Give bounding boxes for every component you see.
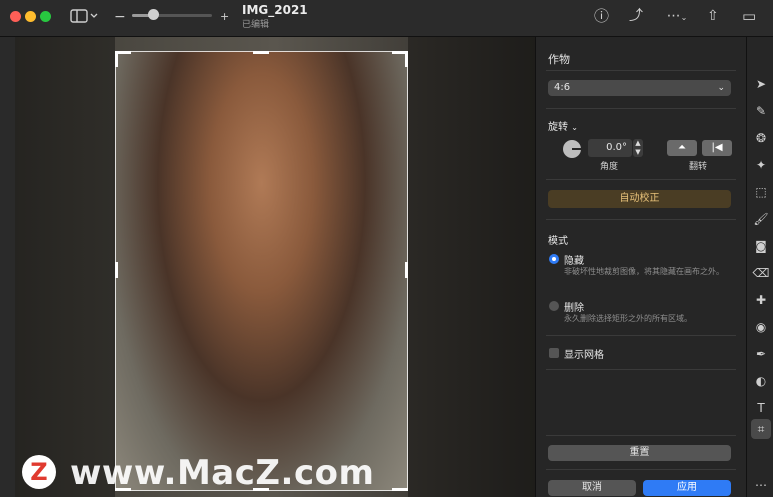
marquee-icon: ⬚ <box>755 185 767 199</box>
pointer-tool[interactable]: ➤ <box>751 74 771 94</box>
rotate-disclosure[interactable]: 旋转 ⌄ <box>548 118 578 133</box>
brush-icon: 🖌︎ <box>753 212 769 226</box>
divider <box>546 179 736 180</box>
watermark-text: www.MacZ.com <box>70 453 375 493</box>
image-canvas[interactable] <box>0 37 535 497</box>
bucket-icon: ◙ <box>755 239 767 253</box>
text-tool[interactable]: T <box>751 398 771 418</box>
crop-section-title: 作物 <box>548 53 570 66</box>
hide-radio[interactable] <box>549 254 559 264</box>
apply-button[interactable]: 应用 <box>643 480 731 496</box>
crop-handle-top-right-v[interactable] <box>405 51 408 67</box>
clone-tool[interactable]: ◉ <box>751 317 771 337</box>
color-circles-icon: ❂ <box>755 131 767 145</box>
fill-tool[interactable]: ◙ <box>751 236 771 256</box>
divider <box>546 369 736 370</box>
divider <box>546 108 736 109</box>
pointer-icon: ➤ <box>755 77 767 91</box>
zoom-out-icon[interactable]: − <box>114 9 126 25</box>
eraser-tool[interactable]: ⌫ <box>751 263 771 283</box>
delete-radio[interactable] <box>549 301 559 311</box>
crop-inspector-panel: 作物 4:6 ⌄ 旋转 ⌄ 0.0° ▲ ▼ 角度 ⏶ |◀ 翻转 自动校正 模式… <box>535 37 746 497</box>
crop-handle-top-left-v[interactable] <box>115 51 118 67</box>
sparkle-tool[interactable]: ✦ <box>751 155 771 175</box>
crop-dim-left <box>15 37 115 497</box>
more-options-icon[interactable]: ⋯⌄ <box>664 8 690 26</box>
window-title: IMG_2021 <box>242 3 308 17</box>
divider <box>546 469 736 470</box>
crop-handle-bottom-right[interactable] <box>392 488 408 491</box>
shape-tool[interactable]: ◐ <box>751 371 771 391</box>
angle-stepper[interactable]: ▲ ▼ <box>633 139 643 157</box>
divider <box>546 335 736 336</box>
angle-field[interactable]: 0.0° <box>588 139 632 157</box>
tool-strip: ➤ ✎ ❂ ✦ ⬚ 🖌︎ ◙ ⌫ ✚ ◉ ✒ ◐ T ⌗ ⋯ <box>746 37 773 497</box>
more-icon: ⋯ <box>755 478 767 492</box>
sidebar-icon <box>70 9 98 23</box>
shape-icon: ◐ <box>755 374 767 388</box>
delete-option-description: 永久删除选择矩形之外的所有区域。 <box>564 314 692 323</box>
chevron-down-icon: ⌄ <box>680 13 688 22</box>
auto-straighten-button[interactable]: 自动校正 <box>548 190 731 208</box>
reset-button[interactable]: 重置 <box>548 445 731 461</box>
aspect-ratio-value: 4:6 <box>554 82 571 93</box>
delete-option-label[interactable]: 删除 <box>564 299 584 314</box>
color-tool[interactable]: ❂ <box>751 128 771 148</box>
watermark-logo: Z <box>22 455 56 489</box>
share-icon[interactable]: ⇧ <box>707 8 719 24</box>
eraser-icon: ⌫ <box>752 266 770 280</box>
flip-label: 翻转 <box>689 162 708 172</box>
pen-tool[interactable]: ✒ <box>751 344 771 364</box>
flip-vertical-icon: ⏶ <box>678 142 686 153</box>
chevron-down-icon: ⌄ <box>717 83 725 93</box>
zoom-in-icon[interactable]: + <box>220 9 229 25</box>
text-icon: T <box>757 401 765 415</box>
sparkle-icon: ✦ <box>755 158 767 172</box>
aspect-ratio-select[interactable]: 4:6 ⌄ <box>548 80 731 96</box>
rotate-label: 旋转 <box>548 122 568 133</box>
bandage-tool[interactable]: ✚ <box>751 290 771 310</box>
info-icon[interactable]: ⓘ <box>594 8 609 24</box>
crop-tool[interactable]: ⌗ <box>751 419 771 439</box>
window-subtitle: 已编辑 <box>242 20 270 30</box>
zoom-slider-knob[interactable] <box>148 9 159 20</box>
rotation-dial[interactable] <box>563 140 581 158</box>
more-tools[interactable]: ⋯ <box>751 475 771 495</box>
divider <box>546 219 736 220</box>
crop-handle-right[interactable] <box>405 262 408 278</box>
inspector-icon[interactable]: ▭ <box>742 8 756 24</box>
show-grid-label[interactable]: 显示网格 <box>564 346 604 361</box>
crop-dim-right <box>408 37 535 497</box>
bandage-icon: ✚ <box>755 293 767 307</box>
clone-icon: ◉ <box>755 320 767 334</box>
close-window-button[interactable] <box>10 11 21 22</box>
divider <box>546 70 736 71</box>
flip-horizontal-button[interactable]: |◀ <box>702 140 732 156</box>
chevron-down-icon: ⌄ <box>571 123 578 132</box>
zoom-window-button[interactable] <box>40 11 51 22</box>
cancel-button[interactable]: 取消 <box>548 480 636 496</box>
rotate-icon[interactable]: ⤴ <box>629 8 643 24</box>
crop-handle-left[interactable] <box>115 262 118 278</box>
crop-frame[interactable] <box>115 51 408 491</box>
hide-option-label[interactable]: 隐藏 <box>564 252 584 267</box>
flip-vertical-button[interactable]: ⏶ <box>667 140 697 156</box>
mode-label: 模式 <box>548 236 568 247</box>
more-icon: ⋯ <box>666 8 681 24</box>
angle-label: 角度 <box>600 162 619 172</box>
sidebar-toggle-button[interactable] <box>70 9 98 27</box>
show-grid-checkbox[interactable] <box>549 348 559 358</box>
hide-option-description: 非破坏性地裁剪图像，将其隐藏在画布之外。 <box>564 267 724 276</box>
paint-bucket-tool[interactable]: ✎ <box>751 101 771 121</box>
divider <box>546 435 736 436</box>
selection-tool[interactable]: ⬚ <box>751 182 771 202</box>
pen-icon: ✒ <box>755 347 767 361</box>
minimize-window-button[interactable] <box>25 11 36 22</box>
flip-horizontal-icon: |◀ <box>711 142 723 153</box>
brush-tool[interactable]: 🖌︎ <box>751 209 771 229</box>
paint-bucket-icon: ✎ <box>755 104 767 118</box>
title-bar: − + IMG_2021 已编辑 ⓘ ⤴ ⋯⌄ ⇧ ▭ <box>0 0 773 37</box>
crop-handle-top[interactable] <box>253 51 269 54</box>
crop-icon: ⌗ <box>757 422 765 436</box>
